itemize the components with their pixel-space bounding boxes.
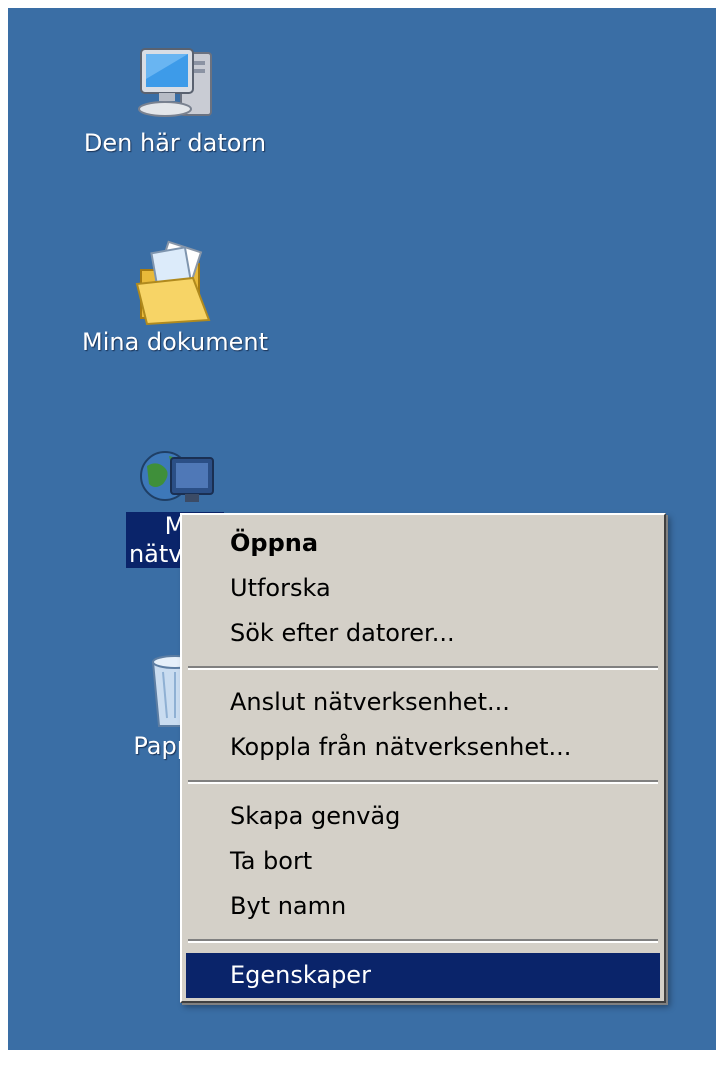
- menu-separator: [188, 666, 658, 670]
- menu-separator: [188, 780, 658, 784]
- menu-item-rename[interactable]: Byt namn: [186, 884, 660, 929]
- menu-separator: [188, 939, 658, 943]
- menu-item-delete[interactable]: Ta bort: [186, 839, 660, 884]
- desktop-icon-label: Den här datorn: [83, 129, 267, 157]
- desktop-icon-my-computer[interactable]: Den här datorn: [70, 43, 280, 157]
- menu-item-create-shortcut[interactable]: Skapa genväg: [186, 794, 660, 839]
- menu-item-search-computers[interactable]: Sök efter datorer...: [186, 611, 660, 656]
- menu-item-disconnect-network-drive[interactable]: Koppla från nätverksenhet...: [186, 725, 660, 770]
- context-menu: Öppna Utforska Sök efter datorer... Ansl…: [180, 513, 666, 1003]
- desktop-icon-my-documents[interactable]: Mina dokument: [70, 240, 280, 356]
- menu-item-open[interactable]: Öppna: [186, 521, 660, 566]
- desktop[interactable]: Den här datorn Mina dokument M nätverk P…: [8, 8, 716, 1050]
- desktop-icon-label: Mina dokument: [82, 328, 268, 356]
- menu-item-map-network-drive[interactable]: Anslut nätverksenhet...: [186, 680, 660, 725]
- network-places-icon: [140, 451, 214, 502]
- documents-folder-icon: [135, 240, 211, 326]
- menu-item-explore[interactable]: Utforska: [186, 566, 660, 611]
- menu-item-properties[interactable]: Egenskaper: [186, 953, 660, 998]
- computer-icon: [138, 48, 212, 117]
